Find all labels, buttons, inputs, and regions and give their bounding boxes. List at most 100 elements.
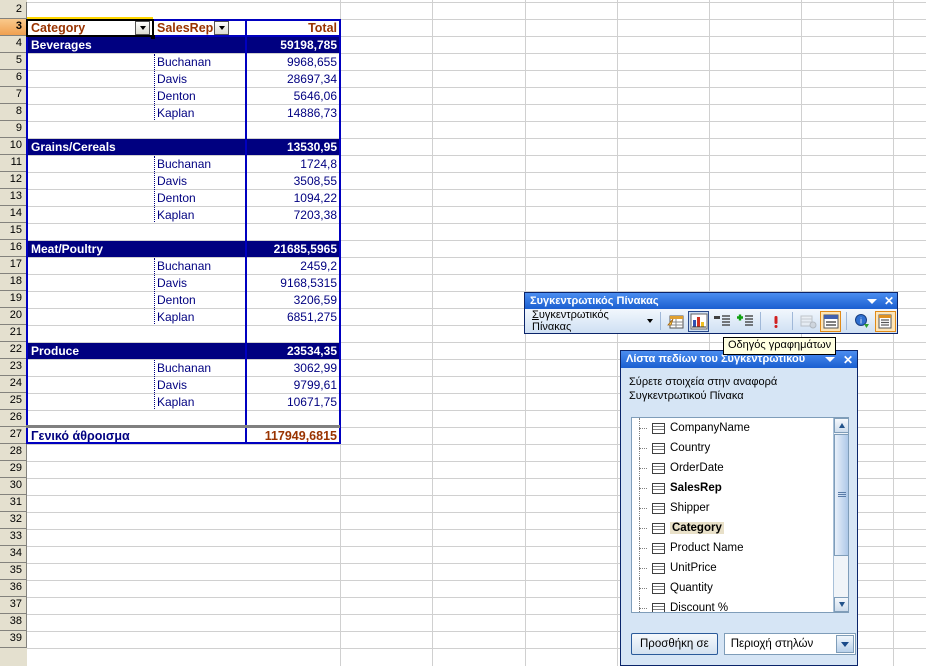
- pivot-detail-value-1-0[interactable]: 1724,8: [246, 156, 340, 172]
- field-list-close-icon[interactable]: ✕: [843, 354, 853, 366]
- pivot-detail-blank-1-0[interactable]: [27, 156, 153, 172]
- pivot-spacer-right-2[interactable]: [246, 326, 340, 342]
- pivot-detail-value-3-0[interactable]: 3062,99: [246, 360, 340, 376]
- row-header-26[interactable]: 26: [0, 410, 27, 427]
- pivot-detail-blank-1-2[interactable]: [27, 190, 153, 206]
- field-list-scrollbar[interactable]: [833, 418, 848, 612]
- pivot-detail-value-0-2[interactable]: 5646,06: [246, 88, 340, 104]
- row-header-12[interactable]: 12: [0, 172, 27, 189]
- field-item-category[interactable]: Category: [632, 518, 848, 538]
- row-header-5[interactable]: 5: [0, 53, 27, 70]
- field-item-companyname[interactable]: CompanyName: [632, 418, 848, 438]
- scrollbar-thumb[interactable]: [834, 434, 848, 556]
- pivottable-field-list-window[interactable]: Λίστα πεδίων του Συγκεντρωτικού ✕ Σύρετε…: [620, 350, 858, 666]
- pivot-detail-rep-0-1[interactable]: Davis: [153, 71, 246, 87]
- pivot-detail-value-3-1[interactable]: 9799,61: [246, 377, 340, 393]
- pivot-detail-rep-1-2[interactable]: Denton: [153, 190, 246, 206]
- pivot-detail-value-2-2[interactable]: 3206,59: [246, 292, 340, 308]
- pivot-detail-blank-1-1[interactable]: [27, 173, 153, 189]
- row-header-39[interactable]: 39: [0, 631, 27, 648]
- toolbar-options-caret-icon[interactable]: [866, 298, 877, 304]
- pivot-detail-blank-0-3[interactable]: [27, 105, 153, 121]
- field-list-box[interactable]: CompanyName Country OrderDate SalesRep Shipp…: [631, 417, 849, 613]
- add-to-button[interactable]: Προσθήκη σε: [631, 633, 718, 655]
- row-header-11[interactable]: 11: [0, 155, 27, 172]
- row-header-35[interactable]: 35: [0, 563, 27, 580]
- field-item-product-name[interactable]: Product Name: [632, 538, 848, 558]
- row-header-9[interactable]: 9: [0, 121, 27, 138]
- pivot-detail-blank-1-3[interactable]: [27, 207, 153, 223]
- hide-detail-icon[interactable]: [711, 311, 732, 332]
- chart-wizard-icon[interactable]: [688, 310, 710, 332]
- pivot-detail-rep-3-0[interactable]: Buchanan: [153, 360, 246, 376]
- pivot-spacer-left-1[interactable]: [27, 224, 246, 240]
- row-header-column[interactable]: 2 3 4 5 6 7 8 9 10 11 12 13 14 15 16 17 18 19 20 21 22 23 24 25…: [0, 0, 27, 666]
- toolbar-title-bar[interactable]: Συγκεντρωτικός Πίνακας ✕: [525, 293, 897, 309]
- row-header-33[interactable]: 33: [0, 529, 27, 546]
- toolbar-buttons-row[interactable]: Συγκεντρωτικός Πίνακας i: [525, 309, 897, 333]
- pivot-detail-blank-0-0[interactable]: [27, 54, 153, 70]
- pivot-detail-value-0-1[interactable]: 28697,34: [246, 71, 340, 87]
- pivot-detail-blank-3-1[interactable]: [27, 377, 153, 393]
- pivot-detail-blank-0-2[interactable]: [27, 88, 153, 104]
- pivot-detail-value-1-3[interactable]: 7203,38: [246, 207, 340, 223]
- row-header-6[interactable]: 6: [0, 70, 27, 87]
- row-header-17[interactable]: 17: [0, 257, 27, 274]
- pivot-detail-rep-3-1[interactable]: Davis: [153, 377, 246, 393]
- pivot-spacer-left-2[interactable]: [27, 326, 246, 342]
- field-item-discount[interactable]: Discount %: [632, 598, 848, 612]
- pivot-detail-blank-2-2[interactable]: [27, 292, 153, 308]
- pivot-detail-rep-1-3[interactable]: Kaplan: [153, 207, 246, 223]
- row-header-34[interactable]: 34: [0, 546, 27, 563]
- row-header-19[interactable]: 19: [0, 291, 27, 308]
- row-header-20[interactable]: 20: [0, 308, 27, 325]
- pivottable-toolbar[interactable]: Συγκεντρωτικός Πίνακας ✕ Συγκεντρωτικός …: [524, 292, 898, 334]
- pivot-spacer-left-0[interactable]: [27, 122, 246, 138]
- pivot-detail-rep-1-1[interactable]: Davis: [153, 173, 246, 189]
- pivot-detail-rep-2-2[interactable]: Denton: [153, 292, 246, 308]
- refresh-data-icon[interactable]: [766, 311, 787, 332]
- pivot-group-label-2[interactable]: Meat/Poultry: [27, 241, 246, 257]
- field-item-salesrep[interactable]: SalesRep: [632, 478, 848, 498]
- row-header-21[interactable]: 21: [0, 325, 27, 342]
- row-header-28[interactable]: 28: [0, 444, 27, 461]
- pivot-detail-rep-0-2[interactable]: Denton: [153, 88, 246, 104]
- pivot-group-total-3[interactable]: 23534,35: [246, 343, 340, 359]
- pivot-header-total[interactable]: Total: [246, 20, 340, 36]
- hide-field-items-icon[interactable]: [820, 310, 842, 332]
- pivot-group-total-0[interactable]: 59198,785: [246, 37, 340, 53]
- pivot-detail-value-1-1[interactable]: 3508,55: [246, 173, 340, 189]
- row-header-22[interactable]: 22: [0, 342, 27, 359]
- row-header-10[interactable]: 10: [0, 138, 27, 155]
- pivottable-menu-button[interactable]: Συγκεντρωτικός Πίνακας: [529, 308, 656, 334]
- row-header-32[interactable]: 32: [0, 512, 27, 529]
- row-header-18[interactable]: 18: [0, 274, 27, 291]
- scroll-down-button[interactable]: [834, 597, 848, 612]
- pivot-detail-blank-2-1[interactable]: [27, 275, 153, 291]
- row-header-29[interactable]: 29: [0, 461, 27, 478]
- dropdown-arrow-icon[interactable]: [835, 635, 854, 653]
- pivot-detail-value-2-3[interactable]: 6851,275: [246, 309, 340, 325]
- field-list-footer[interactable]: Προσθήκη σε Περιοχή στηλών: [631, 633, 856, 655]
- row-header-7[interactable]: 7: [0, 87, 27, 104]
- pivot-detail-rep-0-3[interactable]: Kaplan: [153, 105, 246, 121]
- pivot-detail-blank-3-2[interactable]: [27, 394, 153, 410]
- row-header-8[interactable]: 8: [0, 104, 27, 121]
- row-header-4[interactable]: 4: [0, 36, 27, 53]
- pivot-spacer-right-0[interactable]: [246, 122, 340, 138]
- target-area-dropdown[interactable]: Περιοχή στηλών: [723, 633, 856, 655]
- format-report-icon[interactable]: [666, 311, 687, 332]
- pivot-spacer-right-1[interactable]: [246, 224, 340, 240]
- field-list-options-caret-icon[interactable]: [824, 357, 835, 362]
- pivot-detail-rep-2-0[interactable]: Buchanan: [153, 258, 246, 274]
- field-item-unitprice[interactable]: UnitPrice: [632, 558, 848, 578]
- pivot-detail-rep-0-0[interactable]: Buchanan: [153, 54, 246, 70]
- pivot-group-label-3[interactable]: Produce: [27, 343, 246, 359]
- active-cell-fill-handle[interactable]: [151, 35, 155, 39]
- row-header-3[interactable]: 3: [0, 19, 27, 36]
- salesrep-field-dropdown-button[interactable]: [214, 21, 229, 35]
- row-header-27[interactable]: 27: [0, 427, 27, 444]
- pivot-detail-rep-3-2[interactable]: Kaplan: [153, 394, 246, 410]
- field-item-country[interactable]: Country: [632, 438, 848, 458]
- show-detail-icon[interactable]: [734, 311, 755, 332]
